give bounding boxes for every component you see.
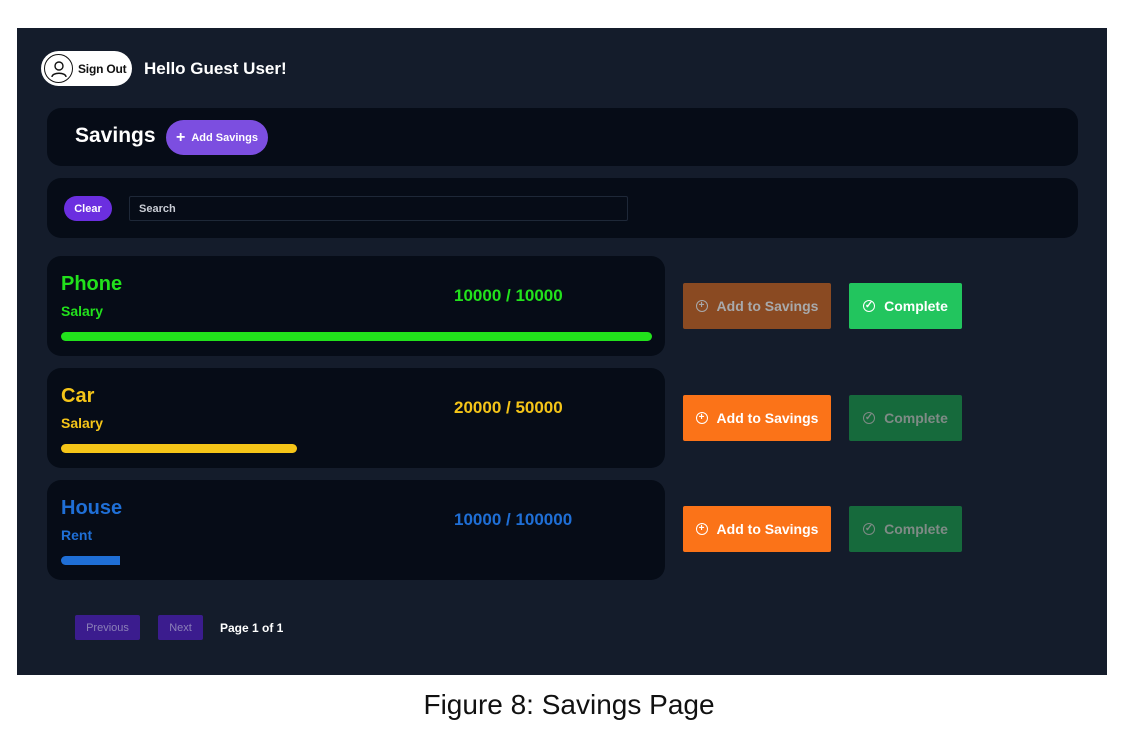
plus-circle-icon: + [695, 300, 708, 312]
plus-circle-icon: + [695, 523, 708, 535]
clear-button[interactable]: Clear [64, 196, 112, 221]
complete-label: Complete [884, 521, 948, 537]
check-circle-icon: ✓ [863, 412, 876, 424]
add-to-savings-button[interactable]: + Add to Savings [683, 506, 831, 552]
savings-header-panel: Savings + Add Savings [47, 108, 1078, 166]
plus-icon: + [176, 128, 186, 146]
check-circle-icon: ✓ [863, 300, 876, 312]
complete-label: Complete [884, 410, 948, 426]
add-savings-button[interactable]: + Add Savings [166, 120, 268, 155]
goal-amount: 20000 / 50000 [454, 398, 563, 417]
search-input[interactable] [129, 196, 628, 221]
goal-source: Rent [61, 527, 93, 543]
savings-card: Phone Salary 10000 / 10000 [47, 256, 665, 356]
complete-button[interactable]: ✓ Complete [849, 506, 962, 552]
add-savings-label: Add Savings [191, 131, 258, 144]
savings-card: House Rent 10000 / 100000 [47, 480, 665, 580]
goal-source: Salary [61, 415, 104, 431]
add-to-savings-label: Add to Savings [716, 410, 819, 426]
savings-card: Car Salary 20000 / 50000 [47, 368, 665, 468]
sign-out-label: Sign Out [78, 61, 127, 76]
goal-amount: 10000 / 10000 [454, 286, 563, 305]
complete-label: Complete [884, 298, 948, 314]
goal-source: Salary [61, 303, 104, 319]
add-to-savings-label: Add to Savings [716, 298, 819, 314]
greeting-text: Hello Guest User! [144, 59, 287, 78]
progress-fill [61, 444, 298, 453]
sign-out-button[interactable]: Sign Out [41, 51, 132, 86]
progress-fill [61, 556, 121, 565]
add-to-savings-button[interactable]: + Add to Savings [683, 283, 831, 329]
progress-fill [61, 332, 652, 341]
goal-amount: 10000 / 100000 [454, 510, 573, 529]
user-avatar-icon [44, 54, 73, 83]
progress-bar [61, 556, 652, 565]
page-title: Savings [75, 124, 156, 147]
previous-page-button[interactable]: Previous [75, 615, 140, 640]
goal-name: House [61, 497, 123, 519]
check-circle-icon: ✓ [863, 523, 876, 535]
progress-bar [61, 332, 652, 341]
goal-name: Car [61, 385, 95, 407]
complete-button[interactable]: ✓ Complete [849, 395, 962, 441]
page-indicator: Page 1 of 1 [220, 621, 284, 635]
add-to-savings-label: Add to Savings [716, 521, 819, 537]
add-to-savings-button[interactable]: + Add to Savings [683, 395, 831, 441]
goal-name: Phone [61, 273, 123, 295]
plus-circle-icon: + [695, 412, 708, 424]
complete-button[interactable]: ✓ Complete [849, 283, 962, 329]
figure-caption: Figure 8: Savings Page [423, 689, 715, 720]
savings-app: Sign Out Hello Guest User! Savings + Add… [17, 28, 1107, 675]
progress-bar [61, 444, 652, 453]
next-page-button[interactable]: Next [158, 615, 203, 640]
filter-panel: Clear [47, 178, 1078, 238]
